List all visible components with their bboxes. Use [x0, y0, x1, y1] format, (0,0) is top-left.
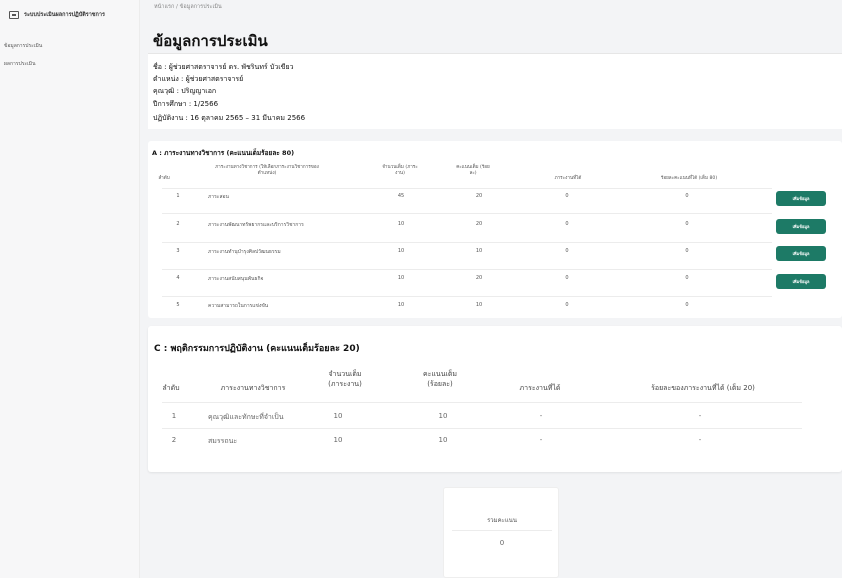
breadcrumb[interactable]: หน้าแรก / ข้อมูลการประเมิน — [154, 3, 222, 11]
brand[interactable]: ระบบประเมินผลการปฏิบัติราชการ — [0, 0, 139, 19]
info-qualification: คุณวุฒิ : ปริญญาเอก — [153, 87, 217, 95]
row-5-full-load: 10 — [397, 302, 405, 308]
divider — [162, 213, 772, 214]
row-4-no: 4 — [176, 275, 180, 281]
col-header-full-load: จำนวนเต็ม (ภาระงาน) — [328, 370, 362, 388]
section-c-title: C : พฤติกรรมการปฏิบัติงาน (คะแนนเต็มร้อย… — [154, 344, 360, 354]
divider — [452, 530, 552, 531]
divider — [162, 188, 772, 189]
row-4-got: 0 — [565, 275, 569, 281]
divider — [162, 269, 772, 270]
col-header-got: ภาระงานที่ได้ — [519, 384, 561, 392]
page-title: ข้อมูลการประเมิน — [153, 32, 268, 50]
row-4-percent: 0 — [685, 275, 689, 281]
row-5-task: ความสามารถในการแข่งขัน — [208, 303, 269, 309]
info-position: ตำแหน่ง : ผู้ช่วยศาสตราจารย์ — [153, 75, 244, 83]
add-data-button-row-3[interactable]: เพิ่มข้อมูล — [776, 246, 826, 261]
add-data-button-row-2[interactable]: เพิ่มข้อมูล — [776, 219, 826, 234]
row-2-task: ภาระงานพัฒนาทรัพยากรและบริการวิชาการ — [208, 222, 304, 228]
row-2-got: - — [539, 436, 543, 444]
section-a-card: A : ภาระงานทางวิชาการ (คะแนนเต็มร้อยละ 8… — [148, 141, 842, 318]
row-2-percent: 0 — [685, 221, 689, 227]
row-1-full-score: 20 — [475, 193, 483, 199]
row-5-got: 0 — [565, 302, 569, 308]
row-3-task: ภาระงานทำนุบำรุงศิลปวัฒนธรรม — [208, 249, 281, 255]
row-2-full-score: 20 — [475, 221, 483, 227]
sidebar: ระบบประเมินผลการปฏิบัติราชการ ข้อมูลการป… — [0, 0, 140, 578]
row-1-percent: 0 — [685, 193, 689, 199]
sidebar-item-results[interactable]: ผลการประเมิน — [2, 60, 35, 68]
row-1-full-load: 45 — [397, 193, 405, 199]
col-header-no: ลำดับ — [158, 176, 170, 181]
row-2-no: 2 — [176, 221, 180, 227]
col-header-task: ภาระงานทางวิชาการ (ให้เลือกภาระงานวิชากา… — [215, 165, 319, 176]
row-5-full-score: 10 — [475, 302, 483, 308]
row-3-full-score: 10 — [475, 248, 483, 254]
col-header-percent: ร้อยละคะแนนที่ได้ (เต็ม 80) — [660, 176, 718, 181]
section-c-card: C : พฤติกรรมการปฏิบัติงาน (คะแนนเต็มร้อย… — [148, 326, 842, 472]
sidebar-item-assessment-info[interactable]: ข้อมูลการประเมิน — [2, 42, 42, 50]
row-2-full-load: 10 — [397, 221, 405, 227]
logo-icon — [9, 11, 19, 19]
row-4-task: ภาระงานสนับสนุนพันธกิจ — [208, 276, 264, 282]
row-3-got: 0 — [565, 248, 569, 254]
row-4-full-load: 10 — [397, 275, 405, 281]
row-1-got: - — [539, 412, 543, 420]
row-2-task: สมรรถนะ — [208, 437, 238, 445]
add-data-button-row-4[interactable]: เพิ่มข้อมูล — [776, 274, 826, 289]
col-header-full-load: จำนวนเต็ม (ภาระงาน) — [382, 165, 418, 176]
col-header-full-score: คะแนนเต็ม (ร้อยละ) — [456, 165, 490, 176]
info-name: ชื่อ : ผู้ช่วยศาสตราจารย์ ดร. พัชรินทร์ … — [153, 63, 294, 71]
col-header-full-score: คะแนนเต็ม (ร้อยละ) — [422, 370, 458, 388]
row-1-no: 1 — [176, 193, 180, 199]
row-5-percent: 0 — [685, 302, 689, 308]
brand-name: ระบบประเมินผลการปฏิบัติราชการ — [24, 12, 105, 18]
info-semester: ปีการศึกษา : 1/2566 — [153, 100, 219, 108]
total-score-card: รวมคะแนน 0 — [443, 487, 559, 578]
row-2-full-load: 10 — [333, 436, 343, 444]
row-3-no: 3 — [176, 248, 180, 254]
row-1-full-load: 10 — [333, 412, 343, 420]
row-1-percent: - — [698, 412, 702, 420]
row-5-no: 5 — [176, 302, 180, 308]
row-2-no: 2 — [171, 436, 177, 444]
col-header-got: ภาระงานที่ได้ — [554, 176, 582, 181]
row-1-task: คุณวุฒิและทักษะที่จำเป็น — [208, 413, 284, 421]
row-1-no: 1 — [171, 412, 177, 420]
add-data-button-row-1[interactable]: เพิ่มข้อมูล — [776, 191, 826, 206]
row-2-percent: - — [698, 436, 702, 444]
row-3-full-load: 10 — [397, 248, 405, 254]
row-2-got: 0 — [565, 221, 569, 227]
col-header-task: ภาระงานทางวิชาการ — [220, 384, 286, 392]
divider — [162, 296, 772, 297]
row-1-full-score: 10 — [438, 412, 448, 420]
divider — [162, 428, 802, 429]
row-1-got: 0 — [565, 193, 569, 199]
row-2-full-score: 10 — [438, 436, 448, 444]
col-header-no: ลำดับ — [162, 384, 180, 392]
divider — [162, 242, 772, 243]
profile-info-card: ชื่อ : ผู้ช่วยศาสตราจารย์ ดร. พัชรินทร์ … — [148, 53, 842, 129]
total-score-value: 0 — [499, 539, 505, 547]
total-score-label: รวมคะแนน — [487, 517, 517, 524]
divider — [162, 402, 802, 403]
row-3-percent: 0 — [685, 248, 689, 254]
section-a-title: A : ภาระงานทางวิชาการ (คะแนนเต็มร้อยละ 8… — [152, 149, 295, 157]
row-1-task: ภาระสอน — [208, 194, 229, 200]
row-4-full-score: 20 — [475, 275, 483, 281]
col-header-percent: ร้อยละของภาระงานที่ได้ (เต็ม 20) — [651, 384, 755, 392]
info-period: ปฏิบัติงาน : 16 ตุลาคม 2565 – 31 มีนาคม … — [153, 114, 306, 122]
